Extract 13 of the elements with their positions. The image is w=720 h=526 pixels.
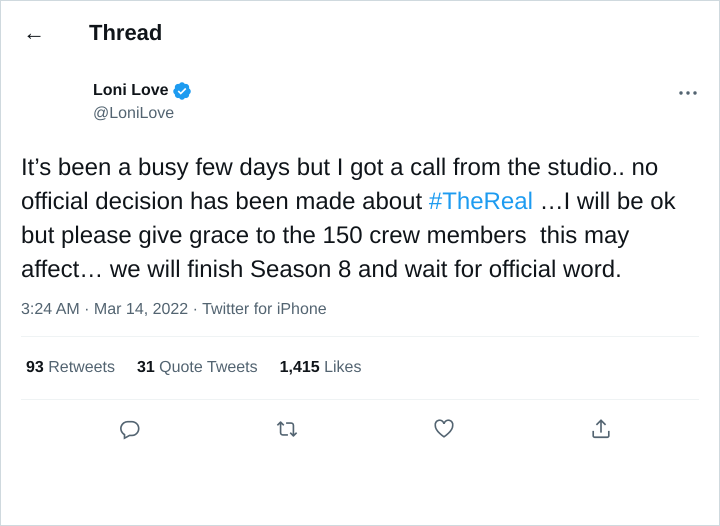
heart-icon[interactable] (432, 418, 454, 440)
reply-icon[interactable] (118, 418, 140, 440)
author-handle[interactable]: @LoniLove (93, 105, 192, 123)
share-icon[interactable] (590, 418, 612, 440)
stat-link[interactable]: 93 Retweets (26, 359, 115, 377)
stat-link[interactable]: 1,415 Likes (280, 359, 362, 377)
stat-link[interactable]: 31 Quote Tweets (136, 359, 258, 377)
more-icon[interactable] (679, 91, 697, 95)
tweet-text: It’s been a busy few days but I got a call from the studio.. no official decision has been made about #TheReal …I will be ok but please give grace to the 150 crew members this may affect… we will finish Season 8 and wait for official word. (21, 153, 677, 285)
back-button[interactable]: ← (23, 22, 89, 44)
author-name[interactable]: Loni Love (93, 82, 169, 100)
page-title: Thread (89, 20, 162, 46)
tweet-timestamp: 3:24 AM · Mar 14, 2022 · Twitter for iPhone (21, 301, 328, 319)
